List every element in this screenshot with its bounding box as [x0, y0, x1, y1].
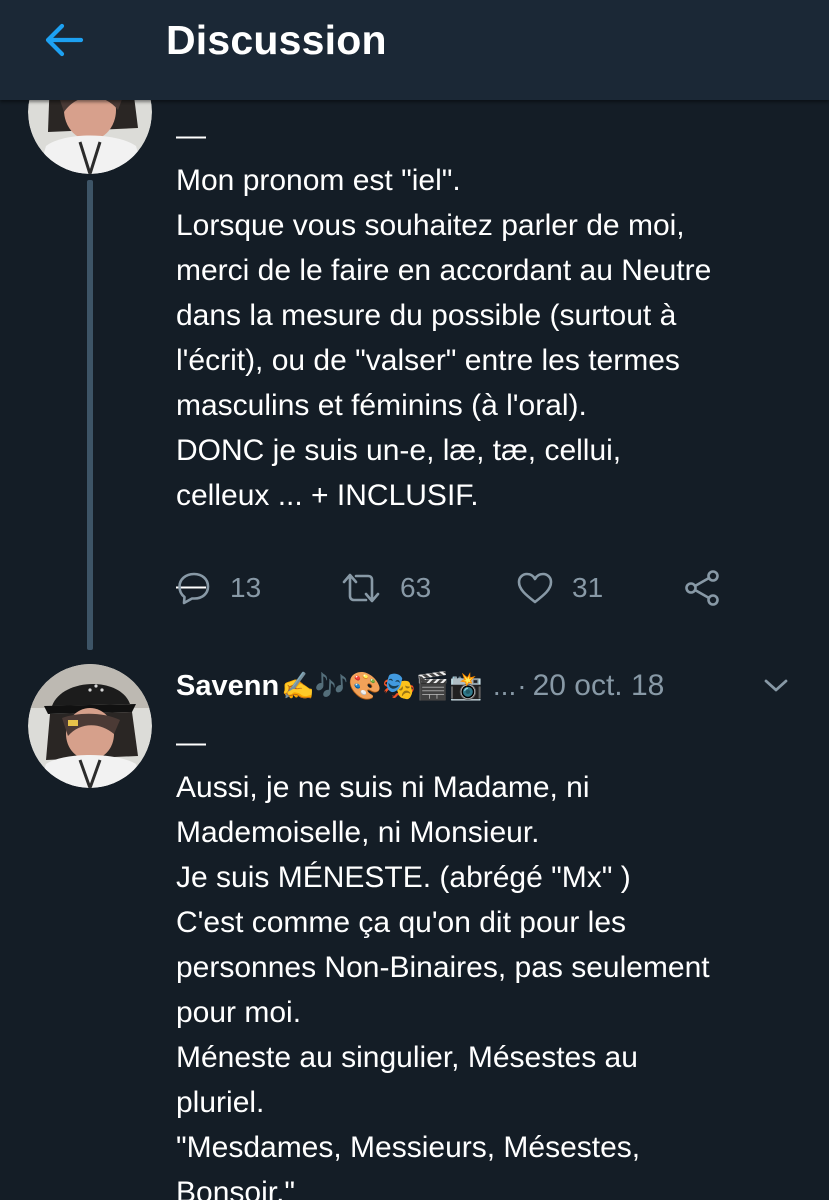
name-ellipsis: ... — [492, 670, 517, 701]
top-app-bar: Discussion — [0, 0, 829, 100]
reply-count: 13 — [230, 572, 262, 603]
reply-button[interactable]: 13 — [176, 563, 261, 613]
heart-icon — [517, 572, 553, 604]
tweet-timestamp[interactable]: 20 oct. 18 — [533, 669, 665, 703]
profile-photo-icon — [28, 664, 152, 788]
text-line: DONC je suis un-e, læ, tæ, cellui, — [176, 434, 622, 467]
tweet-body: — Mon pronom est "iel". Lorsque vous sou… — [176, 113, 816, 608]
text-line: Méneste au singulier, Mésestes au — [176, 1041, 638, 1074]
retweet-count: 63 — [400, 572, 432, 603]
tweet-menu-button[interactable] — [758, 668, 794, 704]
text-line: "Mesdames, Messieurs, Mésestes, — [176, 1131, 641, 1164]
discussion-screen: Discussion — Mon pronom est "iel". Lorsq… — [0, 0, 829, 1200]
like-count: 31 — [572, 572, 604, 603]
page-title: Discussion — [166, 17, 387, 63]
text-line: pluriel. — [176, 1086, 265, 1119]
chevron-down-icon — [764, 679, 788, 692]
name-emoji: ✍️🎶🎨🎭🎬📸 — [281, 671, 483, 701]
text-line: — — [176, 119, 206, 152]
text-line: Je suis MÉNESTE. (abrégé "Mx" ) — [176, 861, 631, 894]
tweet-actions: 13 63 31 — [176, 563, 736, 613]
retweet-icon — [342, 573, 380, 603]
text-line: Mon pronom est "iel". — [176, 164, 461, 197]
text-line: Lorsque vous souhaitez parler de moi, — [176, 209, 685, 242]
avatar[interactable] — [28, 664, 152, 788]
text-line: dans la mesure du possible (surtout à — [176, 299, 677, 332]
display-name[interactable]: Savenn — [176, 670, 279, 703]
separator-dot: · — [517, 670, 527, 701]
text-line: masculins et féminins (à l'oral). — [176, 389, 587, 422]
tweet-header: Savenn ✍️🎶🎨🎭🎬📸 ... · 20 oct. 18 — [176, 664, 816, 708]
text-line: — — [176, 726, 206, 759]
text-line: pour moi. — [176, 996, 302, 1029]
text-line: personnes Non-Binaires, pas seulement — [176, 951, 710, 984]
text-line: Mademoiselle, ni Monsieur. — [176, 816, 540, 849]
text-line: Aussi, je ne suis ni Madame, ni — [176, 771, 590, 804]
text-line: celleux ... + INCLUSIF. — [176, 479, 479, 512]
text-line: merci de le faire en accordant au Neutre — [176, 254, 712, 287]
text-line: Bonsoir." — [176, 1176, 296, 1200]
thread-connector — [87, 180, 93, 650]
share-button[interactable] — [682, 563, 722, 613]
back-button[interactable] — [38, 18, 90, 62]
text-line: C'est comme ça qu'on dit pour les — [176, 906, 626, 939]
tweet-body: — Aussi, je ne suis ni Madame, ni Mademo… — [176, 720, 816, 1200]
reply-icon — [178, 572, 210, 605]
retweet-button[interactable]: 63 — [340, 563, 431, 613]
text-line — [176, 518, 816, 563]
arrow-left-icon — [45, 23, 84, 57]
text-line: l'écrit), ou de "valser" entre les terme… — [176, 344, 680, 377]
like-button[interactable]: 31 — [516, 563, 603, 613]
share-icon — [685, 570, 719, 606]
